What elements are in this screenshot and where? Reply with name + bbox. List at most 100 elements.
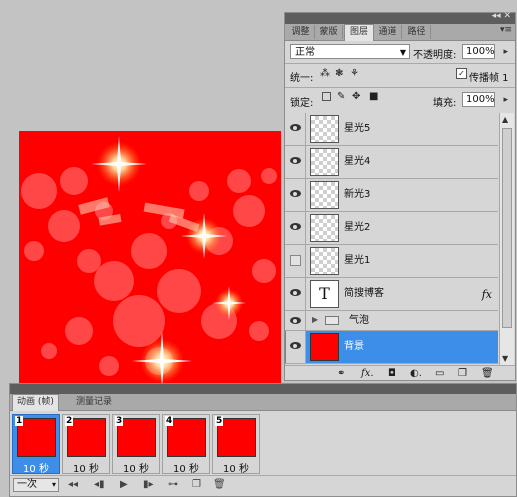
frame-4[interactable]: 4 10 秒	[162, 414, 210, 475]
layers-scrollbar[interactable]: ▲ ▼	[499, 113, 514, 365]
loop-value: 一次	[17, 479, 37, 490]
expand-group-triangle-icon[interactable]: ▶	[312, 315, 318, 324]
tab-paths[interactable]: 路径	[403, 25, 431, 39]
tab-channels[interactable]: 通道	[374, 25, 402, 39]
delete-frame-trash-icon[interactable]: 🗑	[213, 479, 226, 490]
tab-measurement-log[interactable]: 测量记录	[72, 395, 116, 409]
layer-thumbnail	[310, 115, 339, 143]
eye-icon	[290, 124, 301, 131]
add-mask-icon[interactable]: ◘	[388, 368, 396, 379]
frame-5[interactable]: 5 10 秒	[212, 414, 260, 475]
add-style-fx-icon[interactable]: fx.	[361, 368, 374, 379]
frame-2[interactable]: 2 10 秒	[62, 414, 110, 475]
first-frame-icon[interactable]: ◂◂	[68, 479, 78, 490]
tab-adjustments[interactable]: 调整	[287, 25, 315, 39]
animation-controls: 一次 ▾ ◂◂ ◂▮ ▶ ▮▸ ⊶ ❐ 🗑	[10, 475, 516, 496]
play-icon[interactable]: ▶	[120, 479, 128, 490]
eye-icon	[290, 342, 301, 349]
panel-title-strip: ◂◂ ✕	[285, 11, 515, 24]
layer-row-bubbles-group[interactable]: ▶ 气泡	[285, 311, 498, 331]
visibility-toggle[interactable]	[286, 311, 306, 330]
lock-transparency-icon[interactable]	[322, 92, 331, 101]
propagate-frame-label: 传播帧 1	[469, 73, 509, 84]
tab-layers[interactable]: 图层	[344, 24, 374, 41]
layer-row-background[interactable]: 背景	[285, 331, 498, 364]
panel-tabs: 调整 蒙版 图层 通道 路径 ▾≡	[285, 24, 515, 41]
tween-icon[interactable]: ⊶	[168, 479, 178, 490]
lock-pixels-brush-icon[interactable]: ✎	[337, 91, 345, 102]
eye-icon	[290, 317, 301, 324]
fill-input[interactable]: 100% ▸	[462, 92, 508, 107]
layer-row-star4[interactable]: 星光4	[285, 146, 498, 179]
new-layer-icon[interactable]: ❐	[458, 368, 467, 379]
fill-label: 填充:	[433, 98, 457, 109]
link-layers-icon[interactable]: ⚭	[337, 368, 345, 379]
tab-masks[interactable]: 蒙版	[315, 25, 343, 39]
blend-mode-value: 正常	[295, 47, 315, 58]
tab-animation-frames[interactable]: 动画 (帧)	[12, 394, 59, 411]
frame-number: 2	[65, 416, 74, 426]
visibility-toggle[interactable]	[286, 245, 306, 277]
layer-row-star1[interactable]: 星光1	[285, 245, 498, 278]
frame-delay[interactable]: 10 秒	[213, 460, 259, 475]
document-canvas[interactable]	[19, 131, 281, 387]
layers-list: 星光5 星光4 新光3 星光2 星光1 T 简搜博客 fx ▾	[285, 113, 507, 365]
unify-visibility-icon[interactable]: ❃	[335, 68, 343, 79]
canvas-artwork	[21, 136, 277, 387]
opacity-input[interactable]: 100% ▸	[462, 44, 508, 59]
layer-row-text[interactable]: T 简搜博客 fx ▾	[285, 278, 507, 311]
layer-name: 星光5	[344, 123, 371, 134]
lock-all-icon[interactable]: ■	[369, 91, 378, 102]
loop-options-select[interactable]: 一次 ▾	[13, 478, 59, 492]
propagate-checkbox[interactable]: ✓	[456, 68, 467, 79]
layer-effects-icon[interactable]: fx	[482, 288, 492, 301]
scrollbar-thumb[interactable]	[502, 128, 512, 328]
layer-thumbnail	[310, 247, 339, 275]
frame-1[interactable]: 1 10 秒	[12, 414, 60, 475]
visibility-toggle[interactable]	[286, 212, 306, 244]
visibility-toggle[interactable]	[286, 331, 306, 363]
panel-menu-icon[interactable]: ▾≡	[500, 25, 512, 35]
frame-3[interactable]: 3 10 秒	[112, 414, 160, 475]
visibility-toggle[interactable]	[286, 179, 306, 211]
visibility-toggle[interactable]	[286, 278, 306, 310]
hidden-visibility-box-icon	[290, 255, 301, 266]
scroll-up-icon[interactable]: ▲	[502, 115, 508, 124]
frame-delay[interactable]: 10 秒	[163, 460, 209, 475]
chevron-down-icon: ▼	[399, 48, 406, 57]
next-frame-icon[interactable]: ▮▸	[143, 479, 154, 490]
layer-thumbnail	[310, 214, 339, 242]
new-group-icon[interactable]: ▭	[435, 368, 444, 379]
visibility-toggle[interactable]	[286, 146, 306, 178]
unify-label: 统一:	[290, 73, 314, 84]
frame-delay[interactable]: 10 秒	[113, 460, 159, 475]
unify-style-icon[interactable]: ⚘	[350, 68, 359, 79]
opacity-slider-arrow-icon[interactable]: ▸	[503, 45, 508, 59]
layers-footer-toolbar: ⚭ fx. ◘ ◐. ▭ ❐ 🗑	[285, 365, 515, 382]
layer-thumbnail	[310, 333, 339, 361]
layer-row-star2[interactable]: 星光2	[285, 212, 498, 245]
adjustment-layer-icon[interactable]: ◐.	[410, 368, 422, 379]
scroll-down-icon[interactable]: ▼	[502, 354, 508, 363]
layer-row-star3[interactable]: 新光3	[285, 179, 498, 212]
layer-row-star5[interactable]: 星光5	[285, 113, 498, 146]
layer-name: 星光2	[344, 222, 371, 233]
fill-slider-arrow-icon[interactable]: ▸	[503, 93, 508, 107]
blend-mode-select[interactable]: 正常 ▼	[290, 44, 410, 59]
previous-frame-icon[interactable]: ◂▮	[94, 479, 105, 490]
folder-icon	[325, 316, 339, 325]
panel-collapse-close-icons[interactable]: ◂◂ ✕	[492, 11, 511, 21]
frame-number: 4	[165, 416, 174, 426]
duplicate-frame-icon[interactable]: ❐	[192, 479, 201, 490]
frame-number: 5	[215, 416, 224, 426]
unify-position-icon[interactable]: ⁂	[320, 68, 330, 79]
lock-label: 锁定:	[290, 98, 314, 109]
frame-delay[interactable]: 10 秒	[63, 460, 109, 475]
eye-icon	[290, 190, 301, 197]
visibility-toggle[interactable]	[286, 113, 306, 145]
eye-icon	[290, 157, 301, 164]
frame-delay[interactable]: 10 秒	[13, 460, 59, 475]
trash-icon[interactable]: 🗑	[481, 368, 494, 379]
panel-title-strip	[10, 384, 516, 394]
lock-position-move-icon[interactable]: ✥	[352, 91, 360, 102]
